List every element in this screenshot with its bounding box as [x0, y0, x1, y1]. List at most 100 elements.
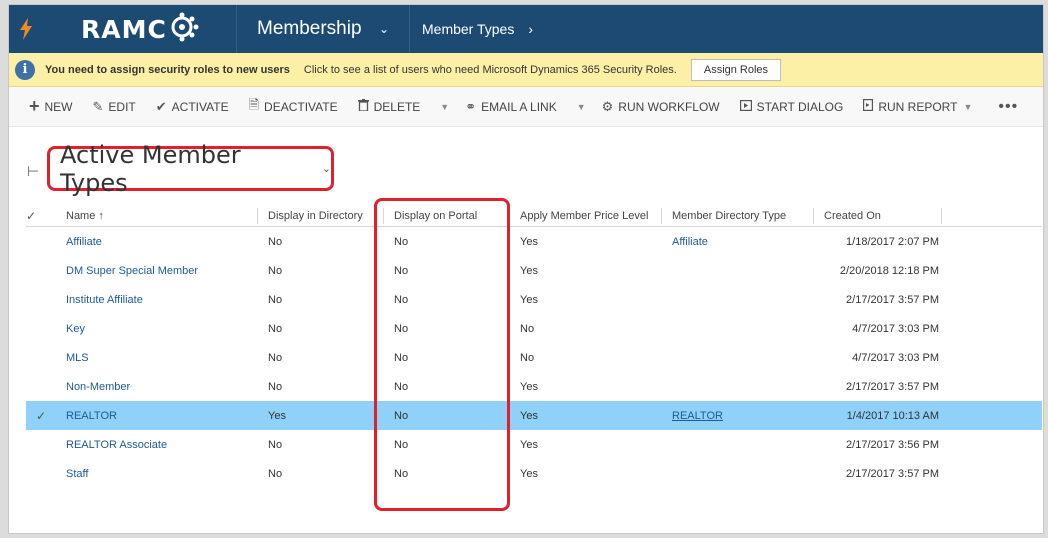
- view-selector[interactable]: Active Member Types ⌄: [47, 141, 334, 197]
- column-header-apply-member-price-level[interactable]: Apply Member Price Level: [510, 207, 662, 224]
- row-apply-member-price-level: Yes: [520, 293, 538, 306]
- deactivate-label: DEACTIVATE: [264, 99, 338, 114]
- table-row[interactable]: Affiliate No No Yes Affiliate 1/18/2017 2:07 …: [26, 227, 1042, 256]
- report-chevron-icon: ▼: [963, 101, 973, 112]
- row-created-on: 4/7/2017 3:03 PM: [852, 322, 939, 335]
- row-name-link[interactable]: Non-Member: [56, 381, 258, 393]
- select-all-checkbox[interactable]: ✓: [26, 208, 56, 224]
- row-checkbox[interactable]: ✓: [26, 409, 56, 423]
- module-selector[interactable]: Membership ⌄: [237, 5, 410, 53]
- ramco-logo[interactable]: RAMC: [43, 5, 237, 53]
- column-header-name[interactable]: Name ↑: [56, 207, 258, 224]
- portal-column-highlight: [374, 198, 510, 511]
- table-row[interactable]: DM Super Special Member No No Yes 2/20/2018 …: [26, 256, 1042, 285]
- row-display-in-directory: No: [268, 380, 283, 393]
- info-icon: i: [15, 59, 35, 80]
- notification-message: You need to assign security roles to new…: [45, 63, 290, 76]
- start-dialog-button[interactable]: START DIALOG: [739, 99, 843, 114]
- row-created-on: 2/17/2017 3:57 PM: [846, 293, 939, 306]
- row-created-on: 2/17/2017 3:57 PM: [846, 380, 939, 393]
- report-icon: [863, 99, 874, 114]
- check-icon: ✔: [155, 98, 167, 114]
- row-display-in-directory: No: [268, 293, 283, 306]
- app-window: RAMC Membership ⌄ Member Types › i You n…: [8, 4, 1044, 534]
- notification-link[interactable]: Click to see a list of users who need Mi…: [304, 64, 677, 76]
- nav-bar: RAMC Membership ⌄ Member Types ›: [9, 5, 1043, 53]
- chevron-down-icon: ⌄: [378, 22, 389, 36]
- link-icon: ⚭: [465, 98, 477, 114]
- row-apply-member-price-level: No: [520, 322, 535, 335]
- assign-roles-button[interactable]: Assign Roles: [690, 58, 782, 81]
- view-title: Active Member Types: [60, 140, 241, 197]
- row-created-on: 2/17/2017 3:57 PM: [846, 467, 939, 480]
- table-row[interactable]: Staff No No Yes 2/17/2017 3:57 PM: [26, 459, 1042, 488]
- row-name-link[interactable]: REALTOR: [56, 410, 258, 422]
- column-header-display-in-directory[interactable]: Display in Directory: [258, 207, 384, 224]
- run-report-button[interactable]: RUN REPORT ▼: [863, 99, 972, 114]
- row-apply-member-price-level: No: [520, 351, 535, 364]
- table-row[interactable]: Institute Affiliate No No Yes 2/17/2017 3:57…: [26, 285, 1042, 314]
- pin-icon[interactable]: ⊢: [27, 163, 39, 180]
- row-display-in-directory: No: [268, 264, 283, 277]
- column-header-member-directory-type[interactable]: Member Directory Type: [662, 207, 814, 224]
- delete-button[interactable]: DELETE: [357, 99, 421, 114]
- plus-icon: +: [29, 96, 40, 116]
- row-apply-member-price-level: Yes: [520, 409, 538, 422]
- more-delete-chevron-icon[interactable]: ▼: [440, 102, 449, 112]
- activate-label: ACTIVATE: [171, 99, 229, 114]
- edit-label: EDIT: [108, 99, 136, 114]
- row-name-link[interactable]: DM Super Special Member: [56, 265, 258, 277]
- column-header-created-on[interactable]: Created On: [814, 207, 942, 224]
- entity-label: Member Types: [422, 21, 515, 37]
- trash-icon: [357, 99, 369, 114]
- row-display-in-directory: No: [268, 351, 283, 364]
- bolt-icon[interactable]: [9, 5, 43, 53]
- row-apply-member-price-level: Yes: [520, 264, 538, 277]
- row-name-link[interactable]: Affiliate: [56, 236, 258, 248]
- row-created-on: 4/7/2017 3:03 PM: [852, 351, 939, 364]
- document-icon: 🗎: [248, 96, 260, 112]
- grid-body: Affiliate No No Yes Affiliate 1/18/2017 2:07 …: [26, 227, 1042, 488]
- row-display-in-directory: No: [268, 235, 283, 248]
- row-apply-member-price-level: Yes: [520, 235, 538, 248]
- dialog-icon: [739, 99, 752, 114]
- row-name-link[interactable]: Institute Affiliate: [56, 294, 258, 306]
- delete-label: DELETE: [373, 99, 421, 114]
- row-apply-member-price-level: Yes: [520, 438, 538, 451]
- row-name-link[interactable]: Staff: [56, 468, 258, 480]
- row-display-in-directory: No: [268, 438, 283, 451]
- new-button[interactable]: + NEW: [29, 96, 73, 117]
- row-name-link[interactable]: REALTOR Associate: [56, 439, 258, 451]
- run-workflow-label: RUN WORKFLOW: [618, 99, 720, 114]
- run-workflow-button[interactable]: ⚙ RUN WORKFLOW: [602, 99, 720, 115]
- grid-header: ✓ Name ↑ Display in Directory Display on…: [26, 205, 1042, 227]
- entity-breadcrumb[interactable]: Member Types ›: [410, 5, 545, 53]
- row-display-in-directory: Yes: [268, 409, 286, 422]
- table-row[interactable]: Key No No No 4/7/2017 3:03 PM: [26, 314, 1042, 343]
- table-row[interactable]: ✓ REALTOR Yes No Yes REALTOR 1/4/2017 10:13 AM: [26, 401, 1042, 430]
- more-email-chevron-icon[interactable]: ▼: [577, 102, 586, 112]
- edit-button[interactable]: ✎ EDIT: [93, 99, 136, 115]
- row-member-directory-type[interactable]: REALTOR: [662, 410, 814, 422]
- row-created-on: 1/4/2017 10:13 AM: [846, 409, 939, 422]
- row-created-on: 1/18/2017 2:07 PM: [846, 235, 939, 248]
- row-created-on: 2/20/2018 12:18 PM: [839, 264, 939, 277]
- deactivate-button[interactable]: 🗎 DEACTIVATE: [249, 96, 338, 118]
- member-types-grid: ✓ Name ↑ Display in Directory Display on…: [26, 205, 1042, 488]
- chevron-down-icon: ⌄: [321, 163, 331, 175]
- table-row[interactable]: MLS No No No 4/7/2017 3:03 PM: [26, 343, 1042, 372]
- row-name-link[interactable]: Key: [56, 323, 258, 335]
- run-report-label: RUN REPORT: [878, 99, 958, 114]
- chevron-right-icon: ›: [528, 21, 534, 37]
- pencil-icon: ✎: [92, 98, 104, 114]
- activate-button[interactable]: ✔ ACTIVATE: [156, 99, 229, 115]
- more-commands-icon[interactable]: •••: [998, 98, 1018, 116]
- table-row[interactable]: REALTOR Associate No No Yes 2/17/2017 3:56 P…: [26, 430, 1042, 459]
- row-member-directory-type[interactable]: Affiliate: [662, 236, 814, 248]
- email-link-label: EMAIL A LINK: [481, 99, 557, 114]
- email-link-button[interactable]: ⚭ EMAIL A LINK: [465, 99, 557, 115]
- row-name-link[interactable]: MLS: [56, 352, 258, 364]
- row-apply-member-price-level: Yes: [520, 467, 538, 480]
- table-row[interactable]: Non-Member No No Yes 2/17/2017 3:57 PM: [26, 372, 1042, 401]
- row-display-in-directory: No: [268, 467, 283, 480]
